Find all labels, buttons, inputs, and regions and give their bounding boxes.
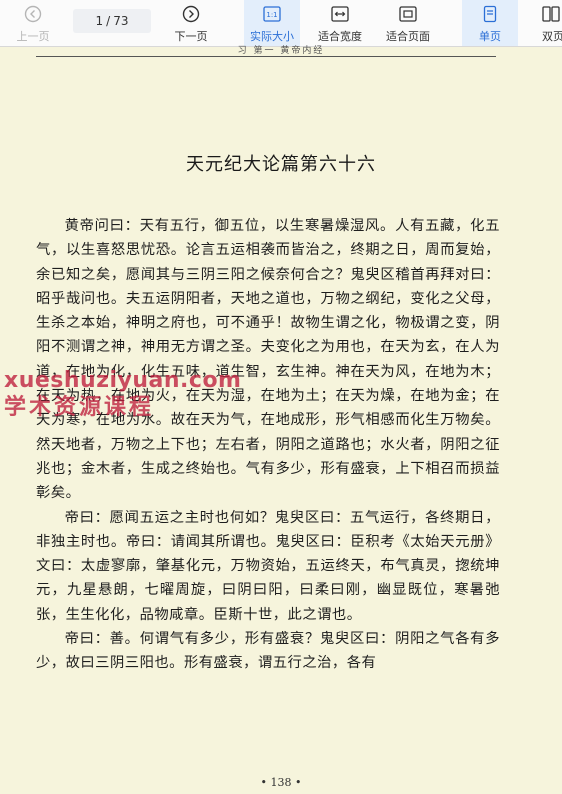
paragraph: 帝曰：善。何谓气有多少，形有盛衰？鬼臾区曰：阴阳之气各有多少，故曰三阴三阳也。形… [36,631,500,672]
page-number-input[interactable]: 1 / 73 [73,9,151,33]
body-text: 黄帝问曰：天有五行，御五位，以生寒暑燥湿风。人有五藏，化五气，以生喜怒思忧恐。论… [36,214,500,676]
running-head: 习 第一 黄帝内经 [237,46,325,56]
fit-width-icon [331,6,349,22]
chapter-title: 天元纪大论篇第六十六 [186,154,376,175]
next-page-button[interactable]: 下一页 [168,0,214,46]
chevron-left-circle-icon [24,5,42,23]
page-separator: / [106,14,111,28]
double-page-button[interactable]: 双页 [530,0,562,46]
page-number: • 138 • [260,776,302,789]
actual-size-icon: 1:1 [263,6,281,22]
prev-page-label: 上一页 [16,30,50,43]
double-page-label: 双页 [542,30,562,43]
chevron-right-circle-icon [182,5,200,23]
double-page-icon [542,6,560,22]
paragraph: 帝曰：愿闻五运之主时也何如？鬼臾区曰：五气运行，各终期日，非独主时也。帝曰：请闻… [36,509,500,623]
fit-width-label: 适合宽度 [318,30,362,43]
actual-size-label: 实际大小 [250,30,294,43]
fit-page-button[interactable]: 适合页面 [380,0,436,46]
single-page-button[interactable]: 单页 [462,0,518,46]
fit-page-label: 适合页面 [386,30,430,43]
next-page-label: 下一页 [174,30,208,43]
single-page-icon [483,5,497,23]
current-page-value: 1 [95,14,104,28]
actual-size-icon-text: 1:1 [266,11,277,19]
header-rule [36,56,496,57]
paragraph: 黄帝问曰：天有五行，御五位，以生寒暑燥湿风。人有五藏，化五气，以生喜怒思忧恐。论… [36,218,500,502]
actual-size-button[interactable]: 1:1 实际大小 [244,0,300,46]
total-pages-value: 73 [113,14,129,28]
single-page-label: 单页 [479,30,501,43]
viewer-toolbar: 上一页 1 / 73 下一页 1:1 实际大小 适合宽度 适合页面 单页 双页 [0,0,562,47]
fit-page-icon [399,6,417,22]
fit-width-button[interactable]: 适合宽度 [312,0,368,46]
prev-page-button[interactable]: 上一页 [10,0,56,46]
